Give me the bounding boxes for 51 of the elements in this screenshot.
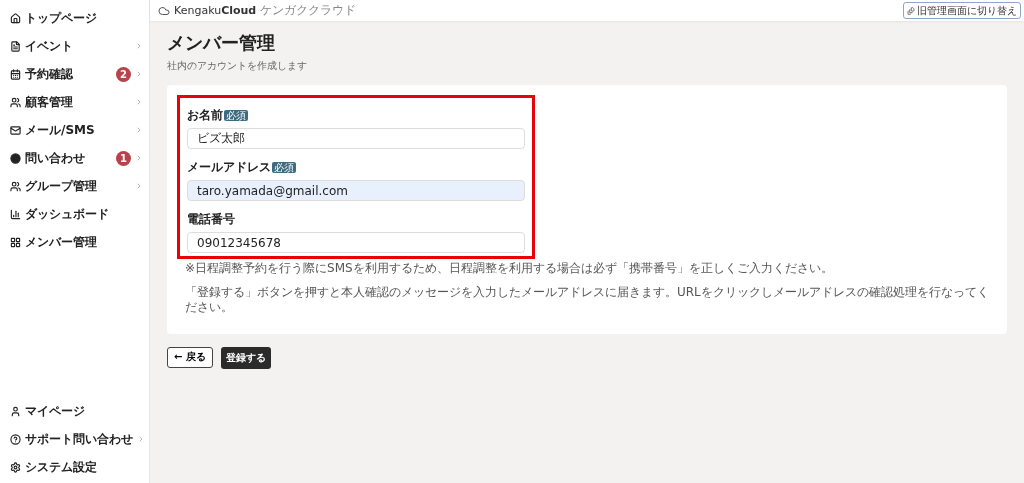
menu-icon <box>10 68 21 80</box>
count-badge: 2 <box>116 66 131 82</box>
sidebar-item[interactable]: グループ管理 <box>0 172 149 200</box>
chevron-icon <box>135 182 143 190</box>
sidebar-item[interactable]: メンバー管理 <box>0 228 149 256</box>
logo-tagline: ケンガククラウド <box>260 2 357 19</box>
page-title: メンバー管理 <box>167 31 276 55</box>
menu-icon <box>10 124 21 136</box>
input-field[interactable]: ビズ太郎 <box>187 128 525 149</box>
field-label: メールアドレス <box>187 159 271 176</box>
menu-icon <box>10 96 21 108</box>
menu-icon <box>10 180 21 192</box>
sidebar-item[interactable]: 問い合わせ 1 <box>0 144 149 172</box>
chevron-icon <box>137 435 145 443</box>
chevron-icon <box>135 70 143 78</box>
input-field[interactable]: 09012345678 <box>187 232 525 253</box>
sidebar-item[interactable]: 予約確認 2 <box>0 60 149 88</box>
sidebar-item[interactable]: メール/SMS <box>0 116 149 144</box>
input-field[interactable]: taro.yamada@gmail.com <box>187 180 525 201</box>
sidebar-item[interactable]: イベント <box>0 32 149 60</box>
submit-button[interactable]: 登録する <box>220 346 271 369</box>
logo-text: KengakuCloud <box>174 4 257 17</box>
page-subtitle: 社内のアカウントを作成します <box>167 59 308 73</box>
required-tag: 必須 <box>224 110 248 121</box>
sidebar-item[interactable]: トップページ <box>0 4 149 32</box>
field-label: 電話番号 <box>187 211 235 228</box>
chevron-icon <box>135 98 143 106</box>
menu-icon <box>10 433 21 445</box>
menu-icon <box>10 208 21 220</box>
switch-button[interactable]: 旧管理画面に切り替え <box>903 2 1021 19</box>
field-label: お名前 <box>187 107 223 124</box>
sidebar-item[interactable]: システム設定 <box>0 453 149 481</box>
menu-icon <box>10 12 21 24</box>
note-text: 「登録する」ボタンを押すと本人確認のメッセージを入力したメールアドレスに届きます。URLをクリックしメールアドレスの確認処理を行なってください。 <box>185 284 990 316</box>
menu-icon <box>10 152 21 164</box>
sidebar-item[interactable]: マイページ <box>0 397 149 425</box>
chevron-icon <box>135 42 143 50</box>
menu-icon <box>10 405 21 417</box>
note-text: ※日程調整予約を行う際にSMSを利用するため、日程調整を利用する場合は必ず「携帯番号」を正しくご入力ください。 <box>185 261 834 277</box>
cloud-icon <box>158 4 170 17</box>
chevron-icon <box>135 154 143 162</box>
sidebar-item[interactable]: ダッシュボード <box>0 200 149 228</box>
chevron-icon <box>135 126 143 134</box>
back-button[interactable]: ← 戻る <box>167 346 213 368</box>
menu-icon <box>10 40 21 52</box>
sidebar-item[interactable]: 顧客管理 <box>0 88 149 116</box>
menu-icon <box>10 461 21 473</box>
required-tag: 必須 <box>272 162 296 173</box>
sidebar-item[interactable]: サポート問い合わせ <box>0 425 149 453</box>
count-badge: 1 <box>116 150 131 166</box>
menu-icon <box>10 236 21 248</box>
